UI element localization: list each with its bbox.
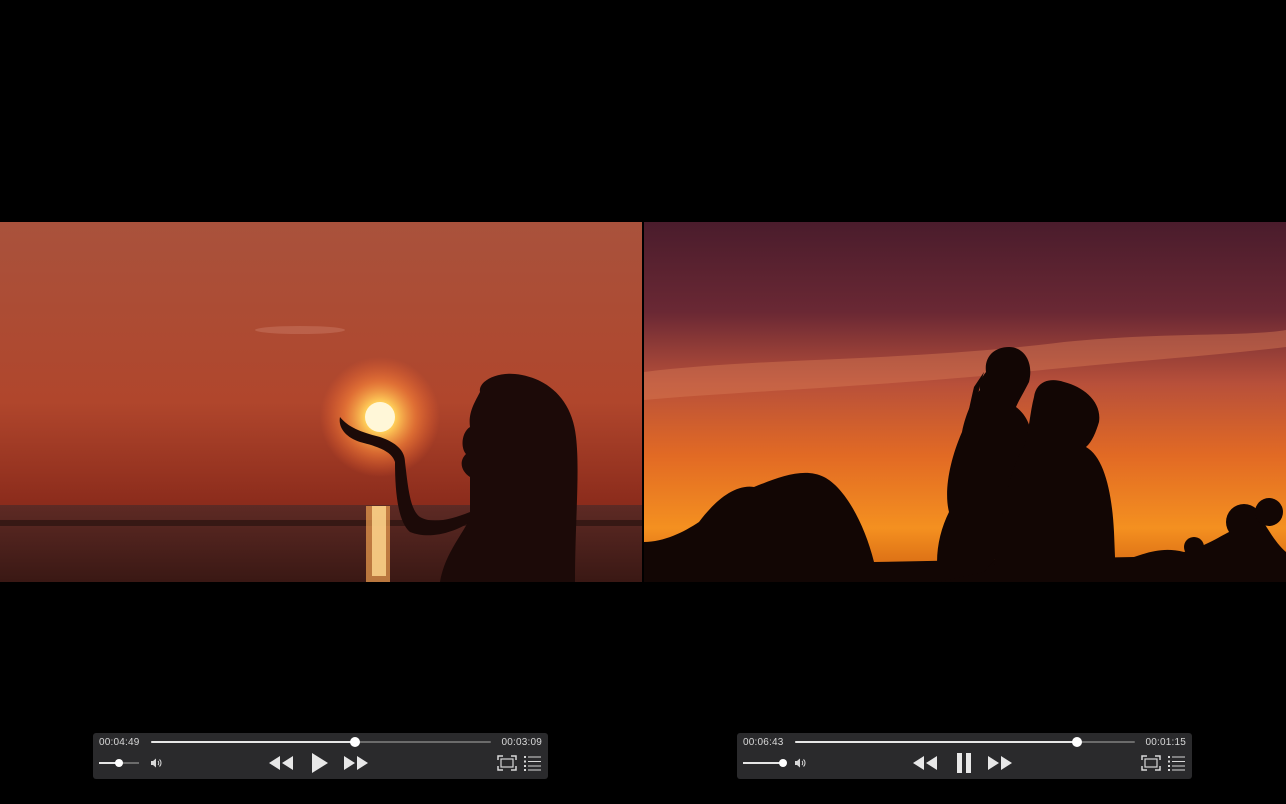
player-controls: 00:04:49 00:03:09 — [93, 733, 548, 779]
progress-knob[interactable] — [1072, 737, 1083, 747]
volume-fill — [743, 762, 783, 764]
progress-fill — [151, 741, 355, 743]
progress-slider[interactable] — [151, 737, 491, 747]
fullscreen-icon[interactable] — [1140, 753, 1162, 773]
play-icon[interactable] — [308, 751, 332, 775]
video-frame[interactable] — [644, 222, 1286, 582]
progress-knob[interactable] — [350, 737, 360, 747]
volume-slider[interactable] — [99, 759, 139, 767]
video-player-right: 00:06:43 00:01:15 — [644, 0, 1286, 804]
video-player-left: 00:04:49 00:03:09 — [0, 0, 642, 804]
progress-fill — [795, 741, 1078, 743]
video-image-sunset-woman — [0, 222, 642, 582]
video-image-sunset-couple — [644, 222, 1286, 582]
fast-forward-icon[interactable] — [986, 752, 1014, 774]
video-frame[interactable] — [0, 222, 642, 582]
remaining-time: 00:03:09 — [501, 737, 542, 748]
speaker-icon[interactable] — [793, 756, 807, 770]
rewind-icon[interactable] — [267, 752, 295, 774]
playlist-icon[interactable] — [524, 753, 542, 773]
fast-forward-icon[interactable] — [342, 752, 370, 774]
volume-slider[interactable] — [743, 759, 787, 767]
playlist-icon[interactable] — [1168, 753, 1186, 773]
speaker-icon[interactable] — [149, 756, 163, 770]
volume-knob[interactable] — [115, 759, 123, 767]
progress-slider[interactable] — [795, 737, 1135, 747]
remaining-time: 00:01:15 — [1145, 737, 1186, 748]
fullscreen-icon[interactable] — [496, 753, 518, 773]
current-time: 00:06:43 — [743, 737, 784, 748]
rewind-icon[interactable] — [911, 752, 939, 774]
player-controls: 00:06:43 00:01:15 — [737, 733, 1192, 779]
current-time: 00:04:49 — [99, 737, 140, 748]
volume-knob[interactable] — [779, 759, 787, 767]
pause-icon[interactable] — [952, 751, 976, 775]
